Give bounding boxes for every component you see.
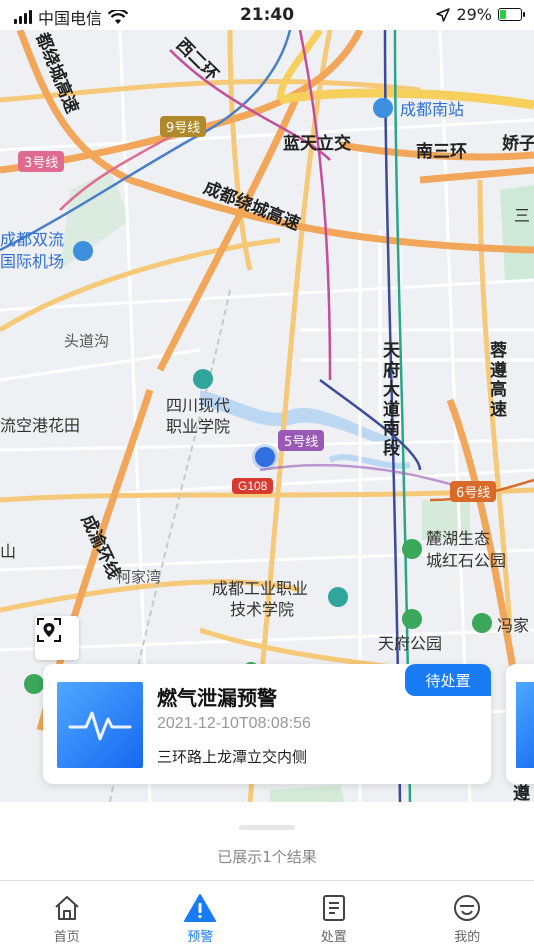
label-toudaogou: 头道沟 <box>64 332 110 350</box>
tab-bar: 首页 预警 处置 我的 <box>0 880 534 950</box>
badge-line9: 9号线 <box>160 116 207 137</box>
label-liukong: 流空港花田 <box>0 416 81 435</box>
alert-card[interactable]: 燃气泄漏预警 2021-12-10T08:08:56 三环路上龙潭立交内侧 待处… <box>43 664 491 784</box>
location-arrow-icon <box>436 7 451 22</box>
label-nanzhan: 成都南站 <box>400 100 465 119</box>
label-gongye-2: 技术学院 <box>230 600 295 619</box>
status-badge[interactable]: 待处置 <box>405 664 491 696</box>
label-gongye-1: 成都工业职业 <box>212 579 309 598</box>
document-icon <box>322 895 345 921</box>
label-lulake-2: 城红石公园 <box>426 551 507 570</box>
result-sheet: 已展示1个结果 <box>0 802 534 880</box>
label-shuangliu-1: 成都双流 <box>0 230 65 249</box>
pulse-icon <box>68 711 132 741</box>
alert-title: 燃气泄漏预警 <box>157 686 277 710</box>
label-lulake-1: 麓湖生态 <box>426 529 491 548</box>
battery-icon <box>498 8 525 21</box>
status-right: 29% <box>436 5 525 24</box>
alert-time: 2021-12-10T08:08:56 <box>157 715 311 732</box>
tab-profile-label: 我的 <box>454 930 481 945</box>
label-lantian: 蓝天立交 <box>283 134 351 154</box>
badge-line3: 3号线 <box>18 151 65 172</box>
label-rongzun: 蓉遵高速 <box>490 341 507 420</box>
label-sichuan-2: 职业学院 <box>166 417 231 436</box>
badge-g108: G108 <box>232 478 274 494</box>
battery-percent: 29% <box>456 5 492 24</box>
tab-warning[interactable]: 预警 <box>134 881 268 950</box>
locate-button[interactable] <box>35 616 79 660</box>
label-tianfupark: 天府公园 <box>378 634 443 653</box>
label-kejiawan: 柯家湾 <box>116 568 162 586</box>
label-shuangliu-2: 国际机场 <box>0 252 65 271</box>
alert-thumbnail <box>57 682 143 768</box>
next-card-peek[interactable] <box>506 664 534 784</box>
label-zun: 遵 <box>513 784 530 802</box>
profile-icon <box>454 895 481 921</box>
label-nansanhuan: 南三环 <box>416 142 467 162</box>
label-san: 三 <box>514 206 531 225</box>
alert-address: 三环路上龙潭立交内侧 <box>157 748 308 766</box>
badge-line6: 6号线 <box>450 481 497 502</box>
label-tianfu: 天府大道南段 <box>383 341 400 459</box>
label-fengjia: 冯家 <box>497 616 530 635</box>
badge-line5: 5号线 <box>278 430 325 451</box>
label-jiaozi: 娇子 <box>502 134 534 154</box>
warning-icon <box>184 894 217 922</box>
tab-home-label: 首页 <box>53 930 80 945</box>
locate-icon <box>37 618 61 642</box>
sheet-drag-handle[interactable] <box>239 825 295 830</box>
result-count: 已展示1个结果 <box>217 848 317 866</box>
tab-handle[interactable]: 处置 <box>267 881 401 950</box>
tab-warning-label: 预警 <box>187 930 214 945</box>
tab-home[interactable]: 首页 <box>0 881 134 950</box>
tab-handle-label: 处置 <box>320 930 347 945</box>
tab-profile[interactable]: 我的 <box>401 881 534 950</box>
label-sichuan-1: 四川现代 <box>166 396 231 415</box>
status-bar: 中国电信 21:40 29% <box>0 0 534 30</box>
label-shan: 山 <box>0 542 17 561</box>
home-icon <box>55 896 79 920</box>
